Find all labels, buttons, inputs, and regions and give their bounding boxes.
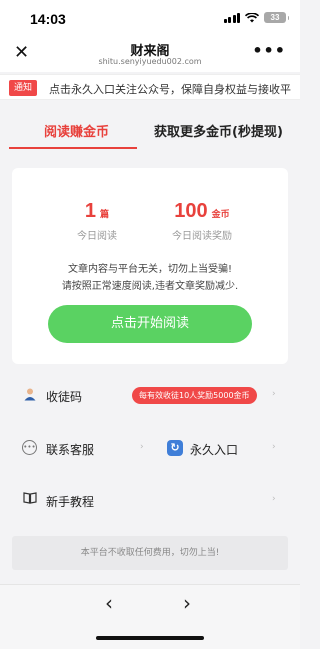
chevron-right-icon: › [140, 442, 144, 452]
signal-icon [223, 12, 240, 23]
nav-header: ✕ 财来阁 shitu.senyiyuedu002.com ••• [0, 38, 300, 72]
status-time: 14:03 [30, 11, 66, 27]
stat-today-reward: 100 金币 今日阅读奖励 [152, 200, 252, 242]
footer-note: 本平台不收取任何费用，切勿上当! [12, 536, 288, 570]
forward-arrow-icon[interactable]: › [183, 591, 191, 615]
invite-reward-badge: 每有效收徒10人奖励5000金币 [132, 387, 257, 404]
today-read-count: 1 [84, 200, 97, 222]
chat-icon: ••• [22, 440, 37, 455]
tab-read-earn-coins[interactable]: 阅读赚金币 [44, 121, 109, 140]
menu-row-invite-code[interactable]: 收徒码 每有效收徒10人奖励5000金币 › [0, 381, 300, 411]
notice-text: 点击永久入口关注公众号，保障自身权益与接收平 [49, 83, 291, 96]
battery-icon: 33 [264, 12, 289, 23]
stat-today-reads: 1篇 今日阅读 [62, 200, 132, 242]
today-reward-label: 今日阅读奖励 [172, 231, 232, 242]
home-indicator [96, 636, 204, 640]
today-read-unit: 篇 [100, 210, 110, 220]
card-warning: 文章内容与平台无关，切勿上当受骗! 请按照正常速度阅读,违者文章奖励减少. [12, 261, 288, 295]
today-reward-count: 100 [174, 200, 208, 222]
back-arrow-icon[interactable]: ‹ [105, 591, 113, 615]
tab-active-underline [9, 147, 137, 149]
warning-line-2: 请按照正常速度阅读,违者文章奖励减少. [61, 281, 239, 292]
more-icon[interactable]: ••• [252, 42, 286, 60]
chevron-right-icon: › [272, 494, 276, 504]
book-icon [22, 492, 38, 508]
notice-tag: 通知 [9, 80, 38, 96]
wifi-icon [245, 12, 259, 22]
status-icons: 33 [223, 12, 289, 23]
start-reading-button[interactable]: 点击开始阅读 [48, 305, 252, 343]
chevron-right-icon: › [272, 442, 276, 452]
refresh-icon: ↻ [167, 440, 183, 456]
contact-service-label[interactable]: 联系客服 [46, 441, 94, 458]
tab-get-more-coins[interactable]: 获取更多金币(秒提现) [154, 121, 283, 140]
person-icon [22, 387, 38, 403]
menu-row-services: ••• 联系客服 › ↻ 永久入口 › [0, 434, 300, 464]
notice-bar[interactable]: 通知 点击永久入口关注公众号，保障自身权益与接收平 [0, 74, 300, 100]
invite-code-label: 收徒码 [46, 390, 83, 404]
tutorial-label: 新手教程 [46, 495, 95, 509]
warning-line-1: 文章内容与平台无关，切勿上当受骗! [67, 264, 232, 275]
permanent-entry-label[interactable]: 永久入口 [190, 441, 238, 458]
reading-card: 1篇 今日阅读 100 金币 今日阅读奖励 文章内容与平台无关，切勿上当受骗! 请… [12, 168, 288, 364]
today-read-label: 今日阅读 [77, 231, 117, 242]
menu-row-tutorial[interactable]: 新手教程 › [0, 486, 300, 516]
chevron-right-icon: › [272, 389, 276, 399]
tabs: 阅读赚金币 获取更多金币(秒提现) [0, 104, 300, 149]
battery-level: 33 [270, 13, 280, 22]
status-bar: 14:03 33 [0, 0, 300, 38]
today-reward-unit: 金币 [211, 210, 230, 220]
bottom-nav-bar: ‹ › [0, 584, 300, 649]
